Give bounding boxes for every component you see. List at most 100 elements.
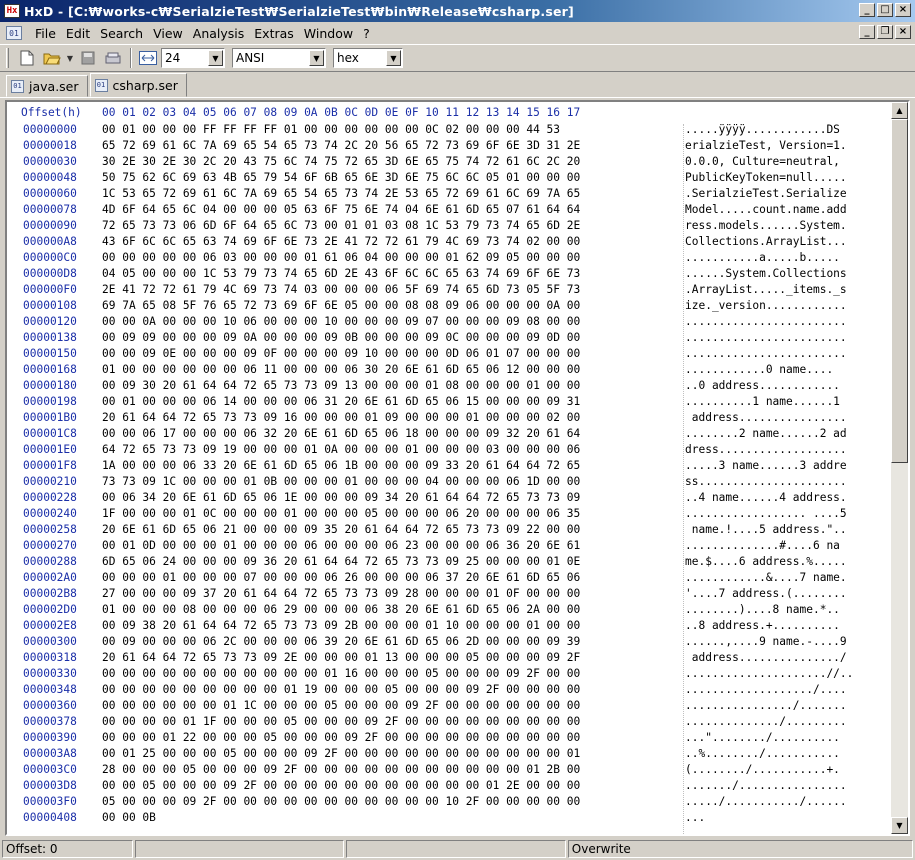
hex-row[interactable]: 00000090 72 65 73 73 06 6D 6F 64 65 6C 73… bbox=[7, 218, 885, 234]
hex-row[interactable]: 00000318 20 61 64 64 72 65 73 73 09 2E 00… bbox=[7, 650, 885, 666]
row-hex-bytes[interactable]: 50 75 62 6C 69 63 4B 65 79 54 6F 6B 65 6… bbox=[102, 170, 685, 186]
hex-row[interactable]: 000003C0 28 00 00 00 05 00 00 00 09 2F 00… bbox=[7, 762, 885, 778]
row-hex-bytes[interactable]: 00 00 0A 00 00 00 10 06 00 00 00 10 00 0… bbox=[102, 314, 685, 330]
row-hex-bytes[interactable]: 00 00 0B bbox=[102, 810, 685, 826]
row-text[interactable]: Model.....count.name.add bbox=[685, 202, 885, 218]
row-text[interactable]: ............0 name.... bbox=[685, 362, 885, 378]
hex-row[interactable]: 000001B0 20 61 64 64 72 65 73 73 09 16 00… bbox=[7, 410, 885, 426]
bytes-per-row-select[interactable]: 24 ▼ bbox=[161, 48, 225, 68]
hex-row[interactable]: 00000210 73 73 09 1C 00 00 00 01 0B 00 00… bbox=[7, 474, 885, 490]
row-text[interactable]: ........................ bbox=[685, 346, 885, 362]
menu-view[interactable]: View bbox=[148, 23, 188, 43]
row-hex-bytes[interactable]: 00 01 00 00 00 FF FF FF FF 01 00 00 00 0… bbox=[102, 122, 685, 138]
hex-row[interactable]: 00000048 50 75 62 6C 69 63 4B 65 79 54 6F… bbox=[7, 170, 885, 186]
hex-row[interactable]: 000000A8 43 6F 6C 6C 65 63 74 69 6F 6E 73… bbox=[7, 234, 885, 250]
row-hex-bytes[interactable]: 00 00 06 17 00 00 00 06 32 20 6E 61 6D 6… bbox=[102, 426, 685, 442]
row-text[interactable]: address................ bbox=[685, 410, 885, 426]
row-text[interactable]: ss...................... bbox=[685, 474, 885, 490]
row-text[interactable]: .................. ....5 bbox=[685, 506, 885, 522]
row-hex-bytes[interactable]: 00 01 25 00 00 00 05 00 00 00 09 2F 00 0… bbox=[102, 746, 685, 762]
menu-analysis[interactable]: Analysis bbox=[188, 23, 250, 43]
toolbar-grip[interactable] bbox=[6, 48, 9, 68]
row-text[interactable]: .....ÿÿÿÿ............DS bbox=[685, 122, 885, 138]
row-hex-bytes[interactable]: 00 00 00 00 00 00 00 00 00 00 00 01 16 0… bbox=[102, 666, 685, 682]
row-hex-bytes[interactable]: 00 06 34 20 6E 61 6D 65 06 1E 00 00 00 0… bbox=[102, 490, 685, 506]
row-text[interactable]: erialzieTest, Version=1. bbox=[685, 138, 885, 154]
close-icon[interactable]: × bbox=[895, 3, 911, 17]
row-text[interactable]: ......System.Collections bbox=[685, 266, 885, 282]
row-text[interactable]: 0.0.0, Culture=neutral, bbox=[685, 154, 885, 170]
row-text[interactable]: ...........a.....b..... bbox=[685, 250, 885, 266]
row-hex-bytes[interactable]: 20 61 64 64 72 65 73 73 09 16 00 00 00 0… bbox=[102, 410, 685, 426]
row-hex-bytes[interactable]: 05 00 00 00 09 2F 00 00 00 00 00 00 00 0… bbox=[102, 794, 685, 810]
menu-edit[interactable]: Edit bbox=[61, 23, 95, 43]
row-hex-bytes[interactable]: 27 00 00 00 09 37 20 61 64 64 72 65 73 7… bbox=[102, 586, 685, 602]
row-text[interactable]: PublicKeyToken=null..... bbox=[685, 170, 885, 186]
hxd-app-icon[interactable]: Hx bbox=[4, 4, 20, 18]
hex-row[interactable]: 00000000 00 01 00 00 00 FF FF FF FF 01 00… bbox=[7, 122, 885, 138]
document-icon[interactable]: 01 bbox=[6, 26, 22, 40]
row-text[interactable]: .SerialzieTest.Serialize bbox=[685, 186, 885, 202]
scroll-down-icon[interactable]: ▼ bbox=[891, 817, 908, 834]
row-hex-bytes[interactable]: 4D 6F 64 65 6C 04 00 00 00 05 63 6F 75 6… bbox=[102, 202, 685, 218]
row-hex-bytes[interactable]: 01 00 00 00 00 00 00 06 11 00 00 00 06 3… bbox=[102, 362, 685, 378]
row-hex-bytes[interactable]: 20 6E 61 6D 65 06 21 00 00 00 09 35 20 6… bbox=[102, 522, 685, 538]
minimize-icon[interactable]: _ bbox=[859, 3, 875, 17]
hex-row[interactable]: 000000C0 00 00 00 00 00 06 03 00 00 00 01… bbox=[7, 250, 885, 266]
row-hex-bytes[interactable]: 00 00 00 00 01 1F 00 00 00 05 00 00 00 0… bbox=[102, 714, 685, 730]
row-hex-bytes[interactable]: 00 00 00 01 00 00 00 07 00 00 00 06 26 0… bbox=[102, 570, 685, 586]
hex-row[interactable]: 000002D0 01 00 00 00 08 00 00 00 06 29 00… bbox=[7, 602, 885, 618]
tab-java-ser[interactable]: 01 java.ser bbox=[6, 75, 88, 97]
chevron-down-icon[interactable]: ▼ bbox=[309, 50, 324, 66]
hex-row[interactable]: 000003F0 05 00 00 00 09 2F 00 00 00 00 00… bbox=[7, 794, 885, 810]
row-text[interactable]: .....................//.. bbox=[685, 666, 885, 682]
hex-row[interactable]: 00000258 20 6E 61 6D 65 06 21 00 00 00 09… bbox=[7, 522, 885, 538]
hex-row[interactable]: 00000348 00 00 00 00 00 00 00 00 00 01 19… bbox=[7, 682, 885, 698]
row-text[interactable]: ........)....8 name.*.. bbox=[685, 602, 885, 618]
row-text[interactable]: ..8 address.+.......... bbox=[685, 618, 885, 634]
row-text[interactable]: ............../......... bbox=[685, 714, 885, 730]
row-text[interactable]: ress.models......System. bbox=[685, 218, 885, 234]
hex-row[interactable]: 00000150 00 00 09 0E 00 00 00 09 0F 00 00… bbox=[7, 346, 885, 362]
row-hex-bytes[interactable]: 00 00 00 00 00 00 00 00 00 01 19 00 00 0… bbox=[102, 682, 685, 698]
hex-row[interactable]: 00000270 00 01 0D 00 00 00 01 00 00 00 06… bbox=[7, 538, 885, 554]
save-icon[interactable] bbox=[77, 47, 99, 69]
new-file-icon[interactable] bbox=[16, 47, 38, 69]
menu-extras[interactable]: Extras bbox=[249, 23, 299, 43]
hex-row[interactable]: 00000108 69 7A 65 08 5F 76 65 72 73 69 6F… bbox=[7, 298, 885, 314]
row-text[interactable]: ........2 name......2 ad bbox=[685, 426, 885, 442]
hex-row[interactable]: 00000168 01 00 00 00 00 00 00 06 11 00 00… bbox=[7, 362, 885, 378]
menu-window[interactable]: Window bbox=[299, 23, 358, 43]
chevron-down-icon[interactable]: ▼ bbox=[208, 50, 223, 66]
menu-help[interactable]: ? bbox=[358, 23, 375, 43]
row-text[interactable]: name.!....5 address.".. bbox=[685, 522, 885, 538]
tab-csharp-ser[interactable]: 01 csharp.ser bbox=[89, 73, 187, 97]
scroll-up-icon[interactable]: ▲ bbox=[891, 102, 908, 119]
hex-row[interactable]: 000002B8 27 00 00 00 09 37 20 61 64 64 72… bbox=[7, 586, 885, 602]
hex-row[interactable]: 00000288 6D 65 06 24 00 00 00 09 36 20 61… bbox=[7, 554, 885, 570]
charset-select[interactable]: ANSI ▼ bbox=[232, 48, 326, 68]
row-text[interactable]: ..0 address............ bbox=[685, 378, 885, 394]
hex-row[interactable]: 00000378 00 00 00 00 01 1F 00 00 00 05 00… bbox=[7, 714, 885, 730]
row-text[interactable]: ..........1 name......1 bbox=[685, 394, 885, 410]
hex-row[interactable]: 000001F8 1A 00 00 00 06 33 20 6E 61 6D 65… bbox=[7, 458, 885, 474]
row-hex-bytes[interactable]: 1C 53 65 72 69 61 6C 7A 69 65 54 65 73 7… bbox=[102, 186, 685, 202]
hex-row[interactable]: 000003D8 00 00 05 00 00 00 09 2F 00 00 00… bbox=[7, 778, 885, 794]
open-folder-icon[interactable] bbox=[41, 47, 63, 69]
display-mode-select[interactable]: hex ▼ bbox=[333, 48, 403, 68]
row-hex-bytes[interactable]: 00 00 00 00 00 06 03 00 00 00 01 61 06 0… bbox=[102, 250, 685, 266]
row-hex-bytes[interactable]: 73 73 09 1C 00 00 00 01 0B 00 00 00 01 0… bbox=[102, 474, 685, 490]
hex-row[interactable]: 00000060 1C 53 65 72 69 61 6C 7A 69 65 54… bbox=[7, 186, 885, 202]
hex-row[interactable]: 00000120 00 00 0A 00 00 00 10 06 00 00 00… bbox=[7, 314, 885, 330]
doc-restore-icon[interactable]: ❐ bbox=[877, 25, 893, 39]
row-text[interactable]: ..%......../........... bbox=[685, 746, 885, 762]
hex-row[interactable]: 00000360 00 00 00 00 00 00 01 1C 00 00 00… bbox=[7, 698, 885, 714]
row-text[interactable]: .....3 name......3 addre bbox=[685, 458, 885, 474]
row-text[interactable]: ......./................ bbox=[685, 778, 885, 794]
hex-row[interactable]: 00000138 00 09 09 00 00 00 09 0A 00 00 00… bbox=[7, 330, 885, 346]
hex-editor[interactable]: Offset(h) 00 01 02 03 04 05 06 07 08 09 … bbox=[5, 100, 910, 836]
row-hex-bytes[interactable]: 20 61 64 64 72 65 73 73 09 2E 00 00 00 0… bbox=[102, 650, 685, 666]
row-hex-bytes[interactable]: 30 2E 30 2E 30 2C 20 43 75 6C 74 75 72 6… bbox=[102, 154, 685, 170]
row-text[interactable]: ................/....... bbox=[685, 698, 885, 714]
hex-row[interactable]: 000002E8 00 09 38 20 61 64 64 72 65 73 73… bbox=[7, 618, 885, 634]
